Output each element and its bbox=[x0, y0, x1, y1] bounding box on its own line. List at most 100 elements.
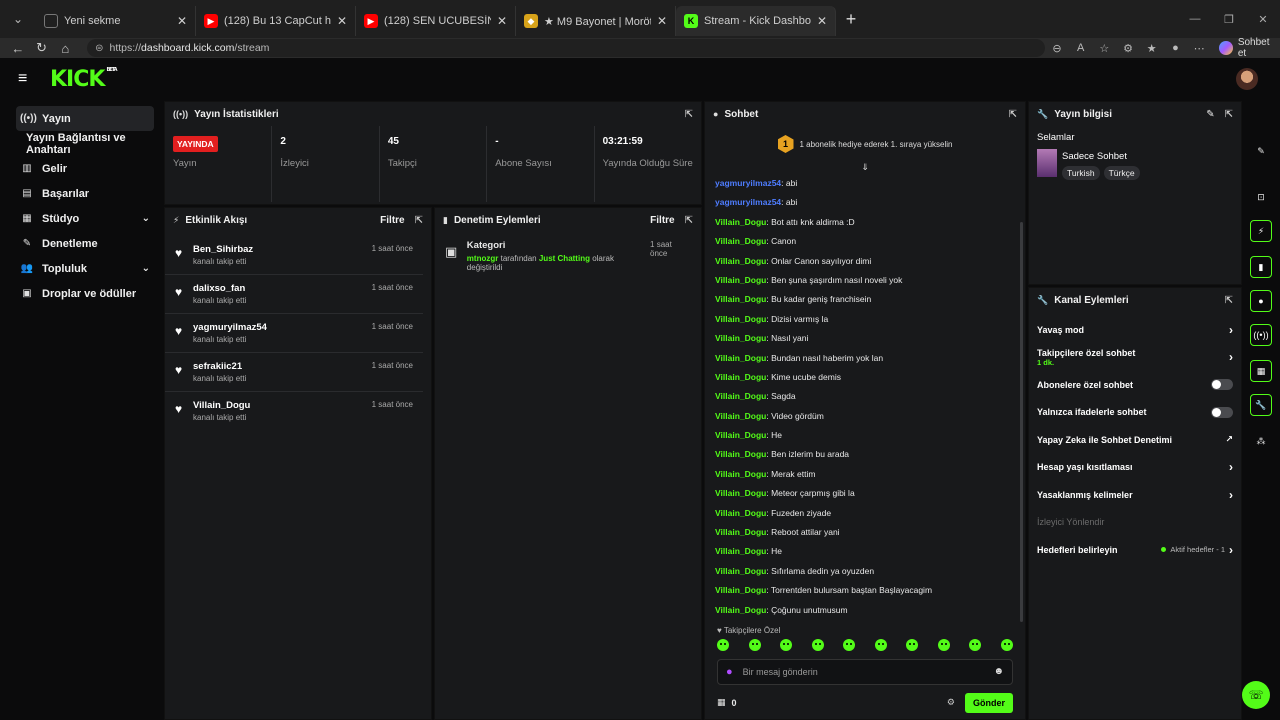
sidebar-item-studio[interactable]: ▦ Stüdyo ⌄ bbox=[16, 206, 154, 231]
apps-icon[interactable]: ⁂ bbox=[1250, 430, 1272, 452]
close-tab-icon[interactable]: ✕ bbox=[177, 14, 187, 28]
sidebar-item-revenue[interactable]: ▥ Gelir bbox=[16, 156, 154, 181]
extensions-icon[interactable]: ⚙ bbox=[1116, 42, 1140, 55]
read-aloud-icon[interactable]: A bbox=[1069, 42, 1093, 54]
chat-settings-icon[interactable]: ⚙ bbox=[947, 697, 955, 708]
chat-username[interactable]: Villain_Dogu bbox=[715, 314, 766, 324]
emote-icon[interactable] bbox=[1000, 638, 1013, 651]
tab-actions-icon[interactable]: ⌄ bbox=[0, 0, 36, 38]
favorites-icon[interactable]: ★ bbox=[1140, 42, 1164, 55]
emote-icon[interactable] bbox=[937, 638, 950, 651]
gift-leaderboard-banner[interactable]: 1 1 abonelik hediye ederek 1. sıraya yük… bbox=[705, 126, 1025, 162]
chat-username[interactable]: Villain_Dogu bbox=[715, 430, 766, 440]
emoji-icon[interactable]: ☻ bbox=[993, 666, 1004, 677]
emote-icon[interactable] bbox=[780, 638, 793, 651]
sidebar-item-stream-key[interactable]: Yayın Bağlantısı ve Anahtarı bbox=[16, 131, 154, 156]
popout-icon[interactable]: ⇱ bbox=[1009, 109, 1017, 120]
emote-icon[interactable] bbox=[969, 638, 982, 651]
reload-icon[interactable]: ↻ bbox=[30, 40, 54, 56]
emote-icon[interactable] bbox=[843, 638, 856, 651]
popout-icon[interactable]: ⇱ bbox=[1225, 295, 1233, 306]
close-tab-icon[interactable]: ✕ bbox=[337, 14, 347, 28]
profile-icon[interactable]: ● bbox=[1164, 42, 1188, 54]
close-tab-icon[interactable]: ✕ bbox=[657, 14, 667, 28]
close-tab-icon[interactable]: ✕ bbox=[497, 14, 507, 28]
emote-icon[interactable] bbox=[748, 638, 761, 651]
chat-username[interactable]: Villain_Dogu bbox=[715, 217, 766, 227]
chat-username[interactable]: Villain_Dogu bbox=[715, 488, 766, 498]
microphone-icon[interactable]: ● bbox=[726, 666, 733, 678]
site-info-icon[interactable]: ⊜ bbox=[95, 43, 103, 54]
copilot-button[interactable]: Sohbet et bbox=[1219, 37, 1280, 59]
filter-button[interactable]: Filtre bbox=[380, 215, 404, 226]
slow-mode-row[interactable]: Yavaş mod › bbox=[1029, 316, 1241, 344]
emote-icon[interactable] bbox=[906, 638, 919, 651]
chat-username[interactable]: Villain_Dogu bbox=[715, 566, 766, 576]
emote-icon[interactable] bbox=[874, 638, 887, 651]
popout-icon[interactable]: ⇱ bbox=[685, 109, 693, 120]
edit-icon[interactable]: ✎ bbox=[1206, 109, 1214, 120]
popout-icon[interactable]: ⇱ bbox=[1225, 109, 1233, 120]
chat-username[interactable]: Villain_Dogu bbox=[715, 333, 766, 343]
chat-username[interactable]: Villain_Dogu bbox=[715, 411, 766, 421]
browser-tab[interactable]: ▶ (128) Bu 13 CapCut hilesini öğrenm ✕ bbox=[196, 6, 356, 36]
chat-username[interactable]: Villain_Dogu bbox=[715, 256, 766, 266]
more-icon[interactable]: ⋯ bbox=[1187, 42, 1211, 55]
subs-only-toggle[interactable] bbox=[1211, 379, 1233, 391]
sidebar-item-drops[interactable]: ▣ Droplar ve ödüller bbox=[16, 281, 154, 306]
menu-icon[interactable]: ≡ bbox=[18, 70, 42, 88]
chat-username[interactable]: Villain_Dogu bbox=[715, 353, 766, 363]
back-icon[interactable]: ← bbox=[6, 41, 30, 56]
edit-icon[interactable]: ✎ bbox=[1250, 140, 1272, 162]
calendar-icon[interactable]: ▦ bbox=[1250, 360, 1272, 382]
emotes-only-toggle[interactable] bbox=[1211, 406, 1233, 418]
bolt-icon[interactable]: ⚡ bbox=[1250, 220, 1272, 242]
chat-username[interactable]: Villain_Dogu bbox=[715, 294, 766, 304]
pinned-expand-icon[interactable]: ⇓ bbox=[705, 162, 1025, 174]
zoom-icon[interactable]: ⊖ bbox=[1045, 42, 1069, 55]
browser-tab[interactable]: ◆ ★ M9 Bayonet | Morötesi (Görevde ✕ bbox=[516, 6, 676, 36]
sidebar-item-stream[interactable]: ((•)) Yayın bbox=[16, 106, 154, 131]
restore-icon[interactable]: ❐ bbox=[1212, 13, 1246, 26]
url-field[interactable]: ⊜ https://dashboard.kick.com/stream bbox=[87, 39, 1046, 57]
minimize-icon[interactable]: — bbox=[1178, 13, 1212, 25]
broadcast-icon[interactable]: ((•)) bbox=[1250, 324, 1272, 346]
chat-username[interactable]: Villain_Dogu bbox=[715, 449, 766, 459]
chat-username[interactable]: Villain_Dogu bbox=[715, 585, 766, 595]
home-icon[interactable]: ⌂ bbox=[53, 41, 77, 56]
focus-icon[interactable]: ⊡ bbox=[1250, 186, 1272, 208]
kick-logo[interactable]: KICK BETA bbox=[50, 67, 118, 92]
new-tab-button[interactable]: + bbox=[836, 9, 866, 30]
chat-username[interactable]: Villain_Dogu bbox=[715, 605, 766, 615]
chat-username[interactable]: Villain_Dogu bbox=[715, 546, 766, 556]
browser-tab[interactable]: ▶ (128) SEN UCUBESİN UCUBE - You ✕ bbox=[356, 6, 516, 36]
browser-tab[interactable]: Yeni sekme ✕ bbox=[36, 6, 196, 36]
filter-button[interactable]: Filtre bbox=[650, 215, 674, 226]
chat-input[interactable]: ● Bir mesaj gönderin ☻ bbox=[717, 658, 1013, 685]
banned-words-row[interactable]: Yasaklanmış kelimeler › bbox=[1029, 481, 1241, 509]
support-chat-icon[interactable]: ☏ bbox=[1242, 681, 1270, 709]
goals-row[interactable]: Hedefleri belirleyin Aktif hedefler - 1 … bbox=[1029, 536, 1241, 564]
chat-username[interactable]: yagmuryilmaz54 bbox=[715, 178, 781, 188]
ai-moderation-row[interactable]: Yapay Zeka ile Sohbet Denetimi ↗ bbox=[1029, 426, 1241, 454]
close-tab-icon[interactable]: ✕ bbox=[817, 14, 827, 28]
chat-username[interactable]: Villain_Dogu bbox=[715, 527, 766, 537]
chat-username[interactable]: Villain_Dogu bbox=[715, 391, 766, 401]
account-age-row[interactable]: Hesap yaşı kısıtlaması › bbox=[1029, 454, 1241, 482]
close-window-icon[interactable]: ✕ bbox=[1246, 13, 1280, 26]
chat-username[interactable]: Villain_Dogu bbox=[715, 508, 766, 518]
emote-icon[interactable] bbox=[717, 638, 729, 651]
sidebar-item-community[interactable]: 👥 Topluluk ⌄ bbox=[16, 256, 154, 281]
user-avatar[interactable] bbox=[1236, 68, 1258, 90]
chat-username[interactable]: Villain_Dogu bbox=[715, 236, 766, 246]
popout-icon[interactable]: ⇱ bbox=[415, 215, 423, 226]
chat-username[interactable]: yagmuryilmaz54 bbox=[715, 197, 781, 207]
chat-scrollbar[interactable] bbox=[1020, 222, 1023, 622]
popout-icon[interactable]: ⇱ bbox=[685, 215, 693, 226]
chat-username[interactable]: Villain_Dogu bbox=[715, 275, 766, 285]
chat-username[interactable]: Villain_Dogu bbox=[715, 372, 766, 382]
favorite-icon[interactable]: ☆ bbox=[1092, 42, 1116, 55]
kicks-icon[interactable]: ▦ bbox=[717, 697, 726, 708]
followers-only-row[interactable]: Takipçilere özel sohbet 1 dk. › bbox=[1029, 344, 1241, 372]
chat-username[interactable]: Villain_Dogu bbox=[715, 469, 766, 479]
